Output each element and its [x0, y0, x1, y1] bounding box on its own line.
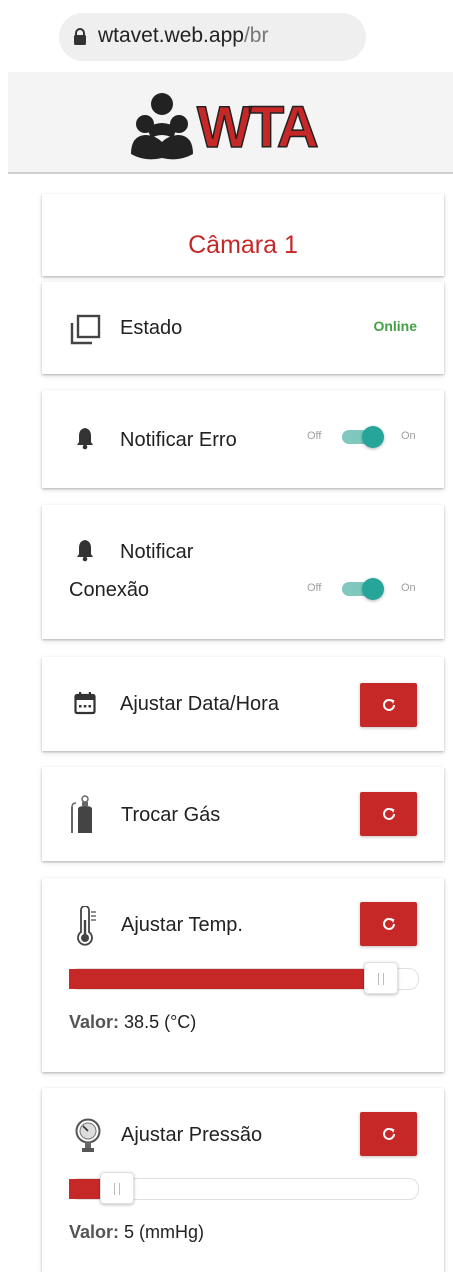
copy-icon	[69, 314, 101, 351]
notify-connection-label-line2: Conexão	[69, 579, 150, 601]
slider-handle[interactable]	[364, 962, 399, 994]
change-gas-card: Trocar Gás	[42, 767, 444, 861]
chamber-title: Câmara 1	[188, 231, 298, 259]
pressure-value: Valor: 5 (mmHg)	[69, 1222, 204, 1243]
app-header: WTA	[8, 72, 453, 174]
notify-connection-label-line1: Notificar	[120, 541, 194, 563]
notify-connection-on-label: On	[401, 582, 416, 594]
slider-fill	[69, 969, 382, 989]
wta-logo: WTA	[129, 82, 369, 169]
chamber-title-card: Câmara 1	[42, 194, 444, 276]
set-temperature-button[interactable]	[360, 902, 417, 946]
set-pressure-card: Ajustar Pressão Valor: 5 (mmHg)	[42, 1088, 444, 1272]
refresh-icon	[382, 807, 395, 820]
status-label: Estado	[120, 317, 183, 339]
notify-connection-card: Notificar Conexão Off On	[42, 505, 444, 639]
set-datetime-card: Ajustar Data/Hora	[42, 657, 444, 751]
switch-thumb[interactable]	[362, 426, 384, 448]
url-path: /br	[243, 24, 269, 47]
notify-error-off-label: Off	[307, 430, 322, 442]
set-datetime-button[interactable]	[360, 683, 417, 727]
lock-icon	[73, 28, 87, 50]
switch-thumb[interactable]	[362, 578, 384, 600]
temperature-value: Valor: 38.5 (°C)	[69, 1012, 196, 1033]
url-text: wtavet.web.app/br	[98, 24, 268, 48]
pressure-value-label: Valor:	[69, 1222, 120, 1242]
temperature-value-label: Valor:	[69, 1012, 120, 1032]
notify-error-label: Notificar Erro	[120, 429, 237, 451]
refresh-icon	[382, 698, 395, 711]
temperature-value-text: 38.5 (°C)	[124, 1012, 197, 1032]
status-badge: Online	[373, 318, 417, 334]
refresh-icon	[382, 1127, 395, 1140]
notify-error-on-label: On	[401, 430, 416, 442]
set-datetime-label: Ajustar Data/Hora	[120, 693, 279, 715]
status-card: Estado Online	[42, 282, 444, 374]
set-pressure-button[interactable]	[360, 1112, 417, 1156]
set-temperature-card: Ajustar Temp. Valor: 38.5 (°C)	[42, 878, 444, 1072]
refresh-icon	[382, 917, 395, 930]
bell-icon	[76, 538, 94, 567]
browser-toolbar: wtavet.web.app/br	[0, 0, 453, 72]
calendar-icon	[74, 691, 96, 720]
notify-error-card: Notificar Erro Off On	[42, 390, 444, 488]
change-gas-button[interactable]	[360, 792, 417, 836]
svg-text:WTA: WTA	[197, 95, 318, 160]
slider-handle[interactable]	[100, 1172, 135, 1204]
bell-icon	[76, 426, 94, 455]
set-pressure-label: Ajustar Pressão	[121, 1124, 263, 1146]
pressure-value-text: 5 (mmHg)	[124, 1222, 205, 1242]
thermometer-icon	[76, 905, 98, 953]
notify-connection-off-label: Off	[307, 582, 322, 594]
change-gas-label: Trocar Gás	[121, 804, 221, 826]
gas-cylinder-icon	[70, 795, 94, 840]
pressure-gauge-icon	[74, 1118, 102, 1159]
url-domain: wtavet.web.app	[98, 24, 244, 47]
set-temperature-label: Ajustar Temp.	[121, 914, 243, 936]
address-bar[interactable]: wtavet.web.app/br	[59, 13, 366, 61]
